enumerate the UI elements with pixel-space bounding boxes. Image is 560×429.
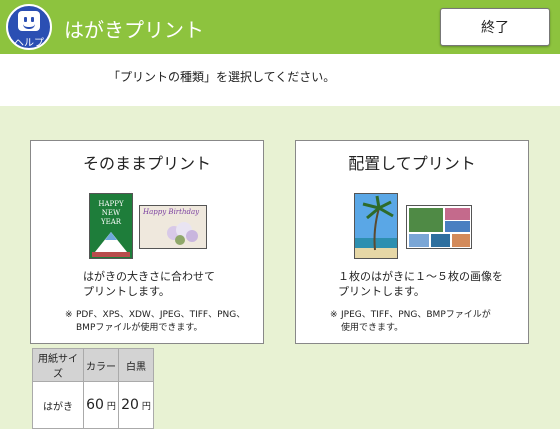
note-mark: ※ (330, 310, 338, 320)
print-as-is-card[interactable]: そのままプリント HAPPY NEW YEAR Happy Birthday は… (30, 140, 264, 344)
card-note: ※ JPEG、TIFF、PNG、BMPファイルが 使用できます。 (330, 309, 500, 337)
card-description: １枚のはがきに１～５枚の画像を プリントします。 (338, 269, 503, 299)
note-line: JPEG、TIFF、PNG、BMPファイルが (341, 310, 491, 320)
help-face-icon (18, 11, 40, 31)
new-year-card-thumbnail: HAPPY NEW YEAR (89, 193, 133, 259)
note-line: PDF、XPS、XDW、JPEG、TIFF、PNG、 (76, 310, 246, 320)
color-price: 60 (86, 397, 104, 413)
thumb-text: Happy Birthday (143, 208, 200, 216)
card-title: そのままプリント (82, 154, 211, 173)
note-mark: ※ (65, 310, 73, 320)
card-title: 配置してプリント (348, 154, 476, 173)
help-label: ヘルプ (14, 38, 44, 49)
price-table: 用紙サイズ カラー 白黒 はがき 60 円 20 円 (32, 348, 154, 429)
header-paper-size: 用紙サイズ (32, 348, 84, 382)
header-bar: ヘルプ はがきプリント 終了 (0, 0, 560, 54)
end-button[interactable]: 終了 (440, 8, 550, 46)
bw-price-cell: 20 円 (118, 381, 154, 429)
thumb-text: YEAR (100, 218, 122, 226)
header-bw: 白黒 (118, 348, 154, 382)
card-description: はがきの大きさに合わせて プリントします。 (83, 269, 215, 299)
price-unit: 円 (106, 402, 116, 412)
note-line: BMPファイルが使用できます。 (76, 323, 203, 333)
layout-print-card[interactable]: 配置してプリント １枚のはがきに１～５枚の画像を プリントします。 ※ JPEG… (295, 140, 529, 344)
thumb-text: NEW (101, 209, 121, 217)
note-line: 使用できます。 (341, 323, 404, 333)
desc-line: プリントします。 (83, 285, 170, 298)
instruction-text: 「プリントの種類」を選択してください。 (108, 70, 336, 84)
palm-beach-thumbnail (354, 193, 398, 259)
birthday-card-thumbnail: Happy Birthday (139, 205, 207, 249)
price-unit: 円 (141, 402, 151, 412)
table-row: はがき 60 円 20 円 (32, 381, 154, 429)
collage-thumbnail (406, 205, 472, 249)
header-color: カラー (83, 348, 119, 382)
card-note: ※ PDF、XPS、XDW、JPEG、TIFF、PNG、 BMPファイルが使用で… (65, 309, 255, 337)
help-button[interactable]: ヘルプ (6, 4, 52, 50)
thumb-text: HAPPY (98, 200, 124, 208)
color-price-cell: 60 円 (83, 381, 119, 429)
desc-line: １枚のはがきに１～５枚の画像を (338, 270, 503, 283)
bw-price: 20 (121, 397, 139, 413)
desc-line: はがきの大きさに合わせて (83, 270, 215, 283)
price-table-header-row: 用紙サイズ カラー 白黒 (32, 348, 154, 382)
paper-size-value: はがき (32, 381, 84, 429)
desc-line: プリントします。 (338, 285, 425, 298)
page-title: はがきプリント (64, 18, 204, 42)
